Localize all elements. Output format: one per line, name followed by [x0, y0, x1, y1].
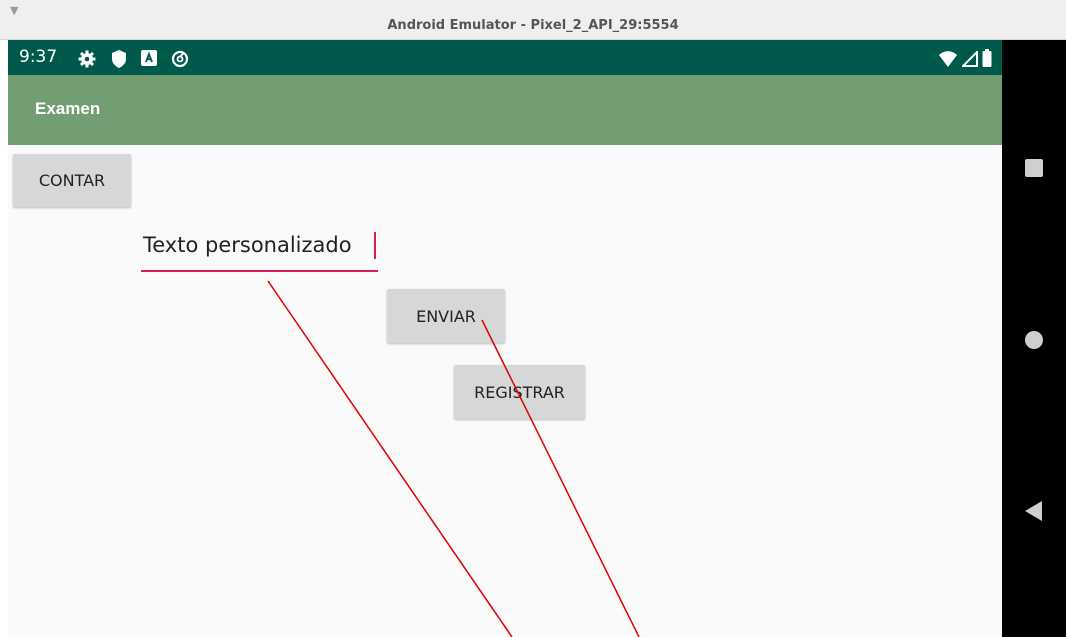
enviar-button[interactable]: ENVIAR	[387, 289, 505, 343]
home-circle-icon[interactable]	[1024, 330, 1044, 350]
data-saver-icon	[171, 50, 189, 68]
battery-icon	[982, 49, 992, 67]
wifi-icon	[939, 51, 958, 67]
recents-square-icon[interactable]	[1024, 158, 1044, 178]
device-screen: 9:37 Examen CONTAR Texto personalizado E…	[8, 40, 1002, 637]
app-bar: Examen	[8, 75, 1002, 145]
triangle-down-icon[interactable]: ▼	[10, 4, 18, 17]
custom-text-value: Texto personalizado	[143, 233, 352, 257]
navigation-bar	[1002, 40, 1066, 637]
status-time: 9:37	[19, 47, 58, 67]
registrar-button[interactable]: REGISTRAR	[454, 365, 585, 419]
status-right-icons	[939, 49, 992, 72]
custom-text-input[interactable]: Texto personalizado	[141, 228, 378, 272]
contar-button[interactable]: CONTAR	[13, 154, 131, 207]
app-title: Examen	[35, 99, 101, 118]
status-bar: 9:37	[8, 40, 1002, 75]
shield-icon	[112, 50, 126, 68]
cell-signal-icon	[960, 49, 978, 67]
text-cursor	[374, 232, 376, 259]
emulator-title-bar: ▼ Android Emulator - Pixel_2_API_29:5554	[0, 0, 1066, 40]
window-title: Android Emulator - Pixel_2_API_29:5554	[387, 18, 679, 33]
keyboard-a-icon	[141, 50, 157, 66]
settings-gear-icon	[78, 50, 96, 68]
back-triangle-icon[interactable]	[1024, 500, 1044, 522]
